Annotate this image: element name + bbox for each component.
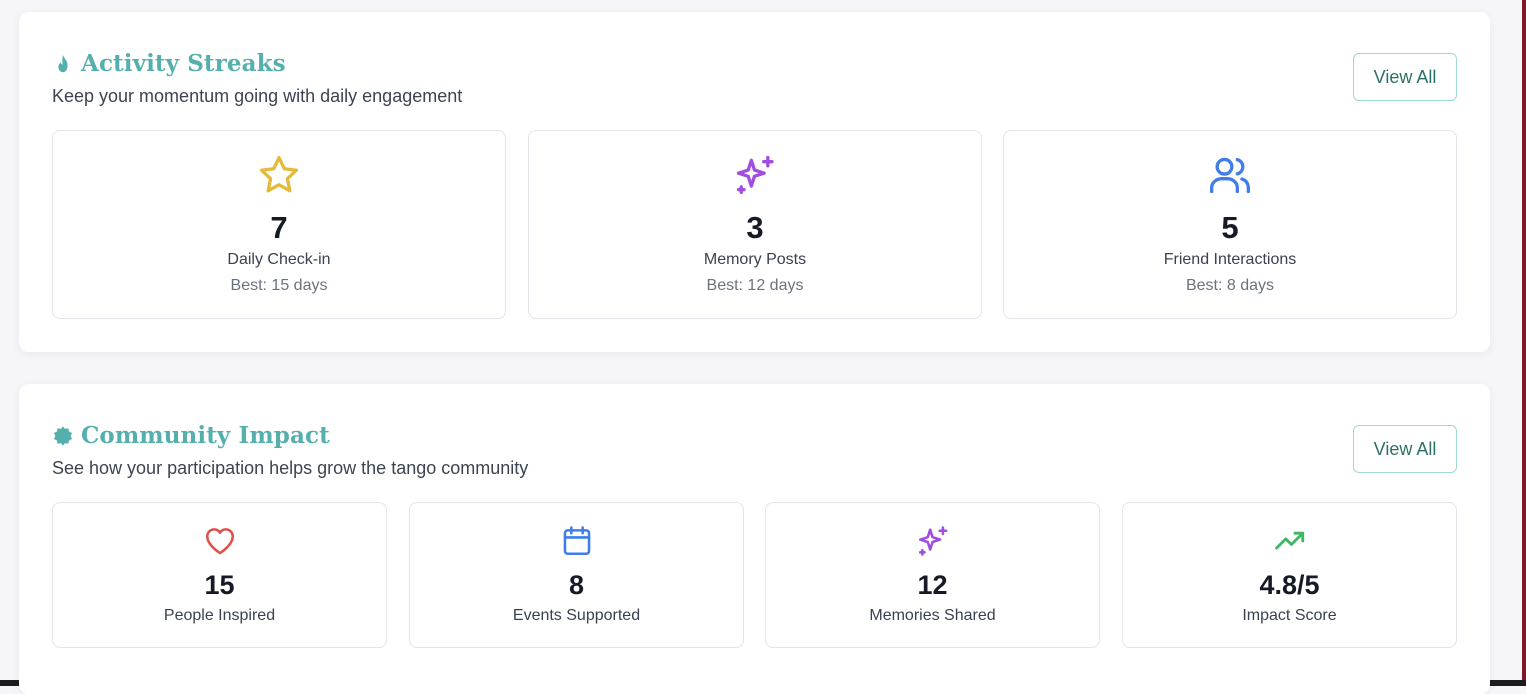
streak-value: 3: [529, 210, 981, 246]
community-impact-title: Community Impact: [81, 422, 330, 449]
impact-card-impact-score[interactable]: 4.8/5 Impact Score: [1122, 502, 1457, 648]
activity-streaks-subtitle: Keep your momentum going with daily enga…: [52, 86, 462, 107]
impact-value: 12: [766, 570, 1099, 601]
community-impact-subtitle: See how your participation helps grow th…: [52, 458, 528, 479]
trending-up-icon: [1273, 524, 1307, 558]
impact-value: 4.8/5: [1123, 570, 1456, 601]
impact-label: Impact Score: [1123, 607, 1456, 625]
badge-icon: [52, 425, 74, 447]
flame-icon: [52, 53, 74, 75]
sparkles-icon: [916, 524, 950, 558]
activity-streaks-heading: Activity Streaks: [52, 50, 286, 77]
community-impact-panel: Community Impact See how your participat…: [19, 384, 1490, 694]
impact-label: People Inspired: [53, 607, 386, 625]
community-impact-heading: Community Impact: [52, 422, 330, 449]
heart-icon: [203, 524, 237, 558]
impact-label: Events Supported: [410, 607, 743, 625]
streak-best: Best: 15 days: [53, 277, 505, 295]
window-edge-right: [1522, 0, 1526, 686]
activity-streaks-title: Activity Streaks: [81, 50, 286, 77]
star-icon: [257, 153, 301, 197]
streak-card-memory-posts[interactable]: 3 Memory Posts Best: 12 days: [528, 130, 982, 319]
sparkles-icon: [733, 153, 777, 197]
impact-card-events-supported[interactable]: 8 Events Supported: [409, 502, 744, 648]
streak-label: Daily Check-in: [53, 251, 505, 269]
impact-value: 15: [53, 570, 386, 601]
streak-label: Friend Interactions: [1004, 251, 1456, 269]
impact-label: Memories Shared: [766, 607, 1099, 625]
impact-value: 8: [410, 570, 743, 601]
streak-card-daily-checkin[interactable]: 7 Daily Check-in Best: 15 days: [52, 130, 506, 319]
streak-card-friend-interactions[interactable]: 5 Friend Interactions Best: 8 days: [1003, 130, 1457, 319]
streak-value: 5: [1004, 210, 1456, 246]
streak-best: Best: 12 days: [529, 277, 981, 295]
activity-streaks-panel: Activity Streaks Keep your momentum goin…: [19, 12, 1490, 352]
impact-card-memories-shared[interactable]: 12 Memories Shared: [765, 502, 1100, 648]
users-icon: [1208, 153, 1252, 197]
streaks-view-all-button[interactable]: View All: [1353, 53, 1457, 101]
streak-value: 7: [53, 210, 505, 246]
streak-label: Memory Posts: [529, 251, 981, 269]
impact-card-people-inspired[interactable]: 15 People Inspired: [52, 502, 387, 648]
impact-view-all-button[interactable]: View All: [1353, 425, 1457, 473]
calendar-icon: [560, 524, 594, 558]
streak-best: Best: 8 days: [1004, 277, 1456, 295]
